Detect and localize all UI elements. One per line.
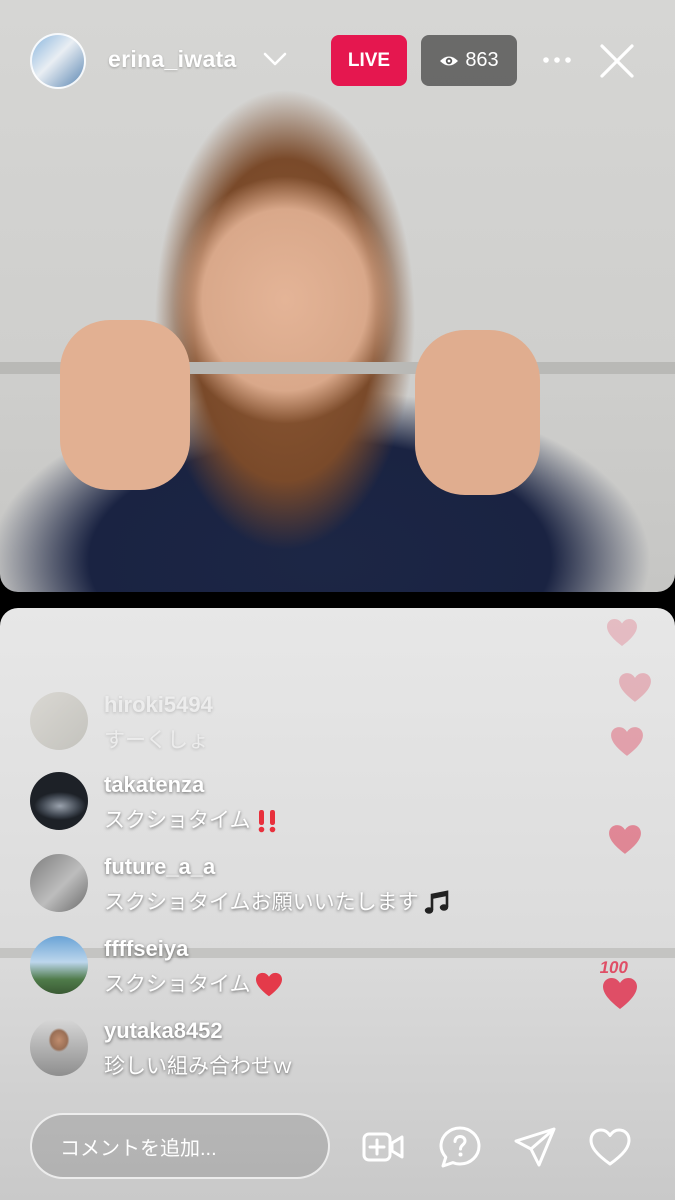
comment-input[interactable]: コメントを追加... <box>30 1113 330 1179</box>
comment-username[interactable]: future_a_a <box>104 854 215 880</box>
floating-heart-icon <box>611 727 643 756</box>
live-header: erina_iwata LIVE 863 <box>0 0 675 120</box>
comment-item[interactable]: ffffseiya スクショタイム <box>30 934 510 998</box>
music-notes-icon <box>424 890 448 915</box>
question-icon[interactable] <box>437 1124 483 1170</box>
thumbs-up-right <box>415 330 540 495</box>
comment-item[interactable]: yutaka8452 珍しい組み合わせｗ <box>30 1016 510 1080</box>
floating-heart-icon <box>619 673 651 702</box>
chevron-down-icon[interactable] <box>262 46 288 72</box>
comment-text-row: スクショタイムお願いいたします <box>104 886 451 916</box>
comment-item[interactable]: future_a_a スクショタイムお願いいたします <box>30 852 510 916</box>
comment-item[interactable]: takatenza スクショタイム <box>30 770 510 834</box>
comment-text: スクショタイム <box>104 809 251 832</box>
comment-text: スクショタイム <box>104 973 251 996</box>
double-exclamation-icon <box>258 810 275 833</box>
close-icon[interactable] <box>598 42 636 80</box>
comment-username[interactable]: takatenza <box>104 772 204 798</box>
send-icon[interactable] <box>512 1124 558 1170</box>
red-heart-icon <box>255 973 282 997</box>
host-username[interactable]: erina_iwata <box>108 46 237 73</box>
comment-username[interactable]: ffffseiya <box>104 936 188 962</box>
viewer-count-badge[interactable]: 863 <box>421 35 517 86</box>
commenter-avatar[interactable] <box>30 772 88 830</box>
comment-text-row: スクショタイム <box>104 968 283 998</box>
comment-text-row: スクショタイム <box>104 804 281 834</box>
viewer-count: 863 <box>465 49 499 71</box>
eye-icon <box>440 56 459 65</box>
comment-text: すーくしょ <box>104 729 209 752</box>
commenter-avatar[interactable] <box>30 854 88 912</box>
comment-text: 珍しい組み合わせｗ <box>104 1055 293 1078</box>
comment-username[interactable]: yutaka8452 <box>104 1018 223 1044</box>
heart-icon[interactable] <box>587 1124 633 1170</box>
floating-heart-icon <box>607 619 637 646</box>
comment-text: スクショタイムお願いいたします <box>104 891 419 914</box>
live-label: LIVE <box>347 49 391 71</box>
svg-text:100: 100 <box>600 957 630 977</box>
host-avatar[interactable] <box>30 33 86 89</box>
comment-placeholder: コメントを追加... <box>60 1137 217 1160</box>
comment-item[interactable]: hiroki5494 すーくしょ <box>30 690 510 754</box>
add-video-icon[interactable] <box>360 1124 406 1170</box>
floating-heart-icon <box>609 825 641 854</box>
live-badge: LIVE <box>331 35 407 86</box>
commenter-avatar[interactable] <box>30 692 88 750</box>
thumbs-up-left <box>60 320 190 490</box>
hundred-heart-icon: 100 <box>600 957 637 1009</box>
commenter-avatar[interactable] <box>30 936 88 994</box>
commenter-avatar[interactable] <box>30 1018 88 1076</box>
more-icon[interactable] <box>540 45 574 75</box>
comment-username[interactable]: hiroki5494 <box>104 692 213 718</box>
